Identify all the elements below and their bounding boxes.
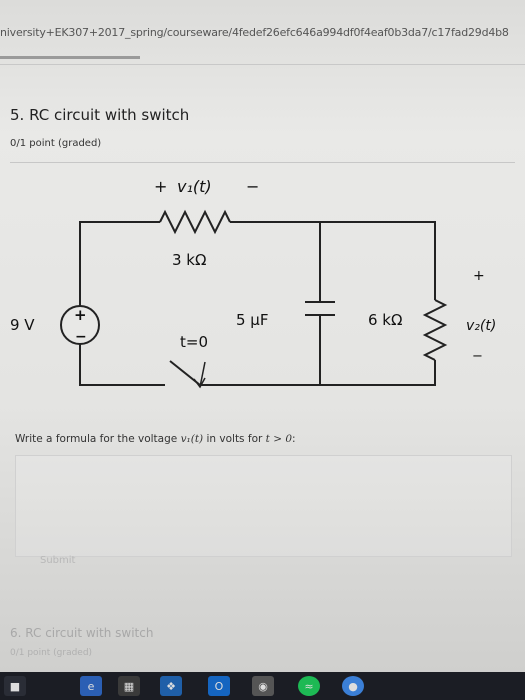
question-text: Write a formula for the voltage v₁(t) in…	[15, 433, 296, 445]
taskbar: ■ e ▦ ❖ O ◉ ≈ ●	[0, 672, 525, 700]
v1-label: v₁(t)	[177, 177, 212, 196]
resistor-3k	[159, 209, 231, 235]
dropbox-icon[interactable]: ❖	[160, 676, 182, 696]
capacitor-label: 5 μF	[236, 311, 268, 329]
switch-label: t=0	[180, 333, 208, 351]
wire-top-left	[79, 221, 160, 315]
screen: niversity+EK307+2017_spring/courseware/4…	[0, 0, 525, 672]
question-condition: t > 0	[265, 433, 293, 445]
next-problem-title: 6. RC circuit with switch	[10, 626, 154, 640]
header-divider	[0, 64, 525, 65]
start-icon[interactable]: ■	[4, 676, 26, 696]
problem-title: 5. RC circuit with switch	[10, 106, 190, 124]
question-prefix: Write a formula for the voltage	[15, 433, 181, 445]
v1-minus: −	[246, 177, 259, 196]
v1-plus: +	[154, 177, 167, 196]
v2-label: v₂(t)	[466, 318, 496, 334]
points-label: 0/1 point (graded)	[10, 138, 102, 149]
edge-icon[interactable]: e	[80, 676, 102, 696]
question-var: v₁(t)	[180, 433, 204, 445]
wire-bottom-right	[200, 360, 436, 386]
resistor1-label: 3 kΩ	[172, 251, 206, 269]
source-plus: +	[74, 306, 87, 324]
url-text: niversity+EK307+2017_spring/courseware/4…	[0, 26, 509, 39]
wire-bottom-left	[79, 335, 165, 386]
question-suffix: :	[292, 433, 296, 445]
address-bar[interactable]: niversity+EK307+2017_spring/courseware/4…	[0, 22, 525, 44]
question-middle: in volts for	[203, 433, 266, 445]
resistor-6k	[422, 299, 448, 361]
source-minus: −	[75, 329, 87, 345]
next-problem-points: 0/1 point (graded)	[10, 648, 93, 658]
answer-input[interactable]	[15, 455, 512, 557]
circuit-diagram: + v₁(t) − 3 kΩ 9 V + − 5 μF t=0 6 kΩ + v…	[10, 177, 496, 389]
v2-plus: +	[473, 268, 485, 284]
v2-minus: −	[472, 349, 483, 364]
chrome-icon[interactable]: ●	[342, 676, 364, 696]
tab-indicator	[0, 56, 140, 59]
source-label: 9 V	[10, 316, 35, 334]
tripadvisor-icon[interactable]: ◉	[252, 676, 274, 696]
resistor2-label: 6 kΩ	[368, 311, 402, 329]
section-divider	[10, 162, 515, 163]
store-icon[interactable]: ▦	[118, 676, 140, 696]
spotify-icon[interactable]: ≈	[298, 676, 320, 696]
outlook-icon[interactable]: O	[208, 676, 230, 696]
wire-top-right	[230, 221, 436, 300]
submit-button[interactable]: Submit	[40, 555, 75, 566]
